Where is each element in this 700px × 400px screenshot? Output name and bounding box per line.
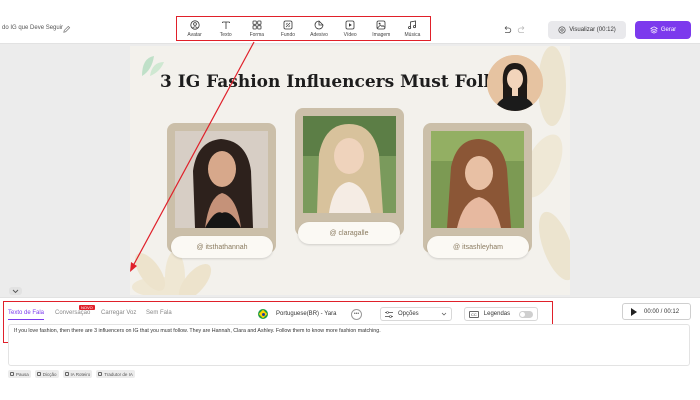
- diction-icon: [36, 372, 41, 376]
- chip-label: Dicção: [42, 371, 57, 377]
- influencer-photo: [175, 131, 268, 228]
- avatar-presenter[interactable]: [487, 55, 543, 111]
- tab-no-speech[interactable]: Sem Fala: [146, 310, 172, 316]
- options-dropdown[interactable]: Opções: [380, 307, 452, 321]
- audio-player: 00:00 / 00:12: [622, 303, 691, 320]
- influencer-photo: [431, 131, 524, 228]
- script-tools: Pausa Dicção IA Roteiro Tradutor de IA: [8, 370, 135, 378]
- subtitles-label: Legendas: [483, 311, 511, 317]
- element-toolbar: Avatar Texto Forma Fundo Adesivo Vídeo I…: [176, 16, 431, 41]
- sticker-icon: [314, 20, 324, 29]
- video-icon: [345, 20, 355, 29]
- ai-script-chip[interactable]: IA Roteiro: [62, 370, 93, 378]
- diction-chip[interactable]: Dicção: [34, 370, 59, 378]
- shape-icon: [252, 20, 262, 29]
- speech-panel: Texto de Fala Conversação NOVO Carregar …: [0, 297, 700, 400]
- tool-label: Fundo: [280, 31, 296, 38]
- tool-label: Imagem: [372, 31, 391, 38]
- undo-icon[interactable]: [502, 25, 512, 35]
- tool-label: Forma: [249, 31, 265, 38]
- tool-label: Vídeo: [343, 31, 357, 38]
- influencer-card[interactable]: [423, 123, 532, 253]
- tab-upload-voice[interactable]: Carregar Voz: [101, 310, 136, 316]
- avatar-portrait: [487, 55, 543, 111]
- subtitles-control: CC Legendas: [464, 307, 538, 321]
- pause-chip[interactable]: Pausa: [8, 370, 31, 378]
- tool-label: Música: [404, 31, 421, 38]
- tool-background[interactable]: Fundo: [273, 20, 303, 38]
- new-badge: NOVO: [79, 305, 95, 310]
- music-icon: [408, 20, 417, 29]
- slide-canvas[interactable]: 3 IG Fashion Influencers Must Follow @ i…: [130, 46, 570, 295]
- influencer-handle[interactable]: @ itsashleyham: [427, 236, 529, 258]
- influencer-card[interactable]: [167, 123, 276, 253]
- translate-icon: [98, 372, 103, 376]
- preview-button[interactable]: Visualizar (00:12): [548, 21, 626, 39]
- influencer-handle[interactable]: @ itsthathannah: [171, 236, 273, 258]
- text-icon: [221, 21, 230, 29]
- options-label: Opções: [398, 311, 419, 317]
- tool-shape[interactable]: Forma: [242, 20, 272, 38]
- preview-label: Visualizar (00:12): [569, 27, 616, 33]
- ai-translator-chip[interactable]: Tradutor de IA: [96, 370, 135, 378]
- more-options-button[interactable]: •••: [351, 309, 362, 320]
- pencil-edit-icon[interactable]: [62, 25, 71, 34]
- project-title[interactable]: do IG que Deve Seguir: [2, 25, 63, 31]
- preview-eye-icon: [558, 26, 566, 34]
- ai-script-icon: [64, 372, 69, 376]
- redo-icon[interactable]: [517, 25, 527, 35]
- influencer-photo: [303, 116, 396, 213]
- tool-label: Texto: [219, 31, 232, 38]
- slide-title[interactable]: 3 IG Fashion Influencers Must Follow: [160, 72, 516, 92]
- subtitles-toggle[interactable]: [519, 311, 533, 318]
- image-icon: [376, 20, 386, 29]
- chip-label: IA Roteiro: [70, 371, 91, 377]
- tool-label: Avatar: [187, 31, 202, 38]
- script-text[interactable]: If you love fashion, then there are 3 in…: [14, 328, 381, 334]
- influencer-handle[interactable]: @ claragalle: [298, 222, 400, 244]
- chevron-down-icon: [12, 289, 19, 293]
- background-icon: [283, 20, 293, 29]
- influencer-card[interactable]: [295, 108, 404, 236]
- chip-label: Tradutor de IA: [104, 371, 133, 377]
- generate-label: Gerar: [660, 27, 677, 33]
- pause-icon: [10, 372, 14, 376]
- generate-icon: [649, 26, 658, 34]
- time-display: 00:00 / 00:12: [644, 308, 680, 315]
- tab-speech-text[interactable]: Texto de Fala: [8, 310, 45, 320]
- avatar-icon: [189, 19, 200, 30]
- cc-icon: CC: [469, 310, 479, 318]
- tool-music[interactable]: Música: [397, 20, 427, 38]
- collapse-panel-button[interactable]: [9, 287, 22, 295]
- generate-button[interactable]: Gerar: [635, 21, 691, 39]
- chip-label: Pausa: [16, 371, 29, 377]
- tool-text[interactable]: Texto: [211, 20, 241, 38]
- tool-sticker[interactable]: Adesivo: [304, 20, 334, 38]
- chevron-down-icon: [441, 312, 447, 316]
- voice-name: Portuguese(BR) - Yara: [276, 311, 337, 317]
- tab-conversation[interactable]: Conversação: [55, 310, 90, 316]
- play-icon[interactable]: [631, 307, 637, 316]
- voice-selector[interactable]: Portuguese(BR) - Yara: [258, 309, 336, 319]
- tool-video[interactable]: Vídeo: [335, 20, 365, 38]
- sliders-icon: [385, 310, 393, 318]
- ellipsis-icon: •••: [353, 311, 360, 317]
- brazil-flag-icon: [258, 309, 268, 319]
- top-bar: do IG que Deve Seguir Avatar Texto Forma…: [0, 0, 700, 44]
- tool-avatar[interactable]: Avatar: [180, 19, 210, 38]
- tool-image[interactable]: Imagem: [366, 20, 396, 38]
- tool-label: Adesivo: [310, 31, 328, 38]
